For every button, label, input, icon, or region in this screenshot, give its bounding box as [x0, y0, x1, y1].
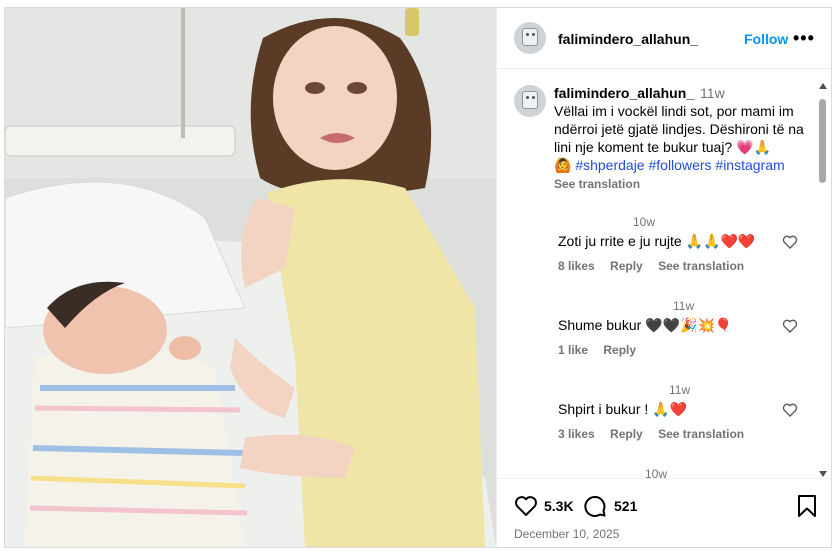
comment-reply[interactable]: Reply	[603, 343, 636, 357]
comment-time: 10w	[633, 215, 656, 229]
comment-text: Zoti ju rrite e ju rujte 🙏🙏❤️❤️	[558, 233, 756, 249]
comment-meta: 3 likes Reply See translation	[558, 427, 756, 441]
comment-text: Shpirt i bukur ! 🙏❤️	[558, 401, 688, 417]
comment-time: 11w	[673, 299, 695, 313]
comments-scrollbar[interactable]	[817, 81, 828, 478]
like-comment-icon[interactable]	[782, 234, 798, 250]
comment-see-translation[interactable]: See translation	[658, 427, 744, 441]
comment-count[interactable]: 521	[614, 498, 637, 514]
caption-avatar[interactable]	[514, 85, 546, 117]
caption-hashtags[interactable]: 🙆 #shperdaje #followers #instagram	[554, 156, 804, 174]
post-actions: 5.3K 521 December 10, 2025	[497, 478, 831, 547]
scroll-down-arrow[interactable]	[819, 471, 827, 477]
comment-time: 11w	[669, 383, 691, 397]
comment-likes[interactable]: 8 likes	[558, 259, 595, 273]
like-comment-icon[interactable]	[782, 402, 798, 418]
post-username[interactable]: falimindero_allahun_	[558, 31, 698, 47]
like-icon[interactable]	[514, 494, 538, 518]
caption-see-translation[interactable]: See translation	[554, 175, 804, 193]
comment-meta: 1 like Reply	[558, 343, 648, 357]
caption-time: 11w	[700, 85, 725, 101]
caption: falimindero_allahun_ 11w Vëllai im i vock…	[554, 84, 804, 193]
post-dialog: falimindero_allahun_ Follow ••• falimind…	[4, 7, 832, 548]
comment-icon[interactable]	[583, 494, 607, 518]
comment-likes[interactable]: 3 likes	[558, 427, 595, 441]
post-image	[5, 8, 496, 547]
comment-time: 10w	[645, 467, 668, 478]
post-sidebar: falimindero_allahun_ Follow ••• falimind…	[496, 8, 831, 547]
post-photo	[5, 8, 496, 547]
comments-section[interactable]: falimindero_allahun_ 11w Vëllai im i vock…	[497, 69, 831, 478]
post-date: December 10, 2025	[514, 527, 620, 541]
comment-likes[interactable]: 1 like	[558, 343, 588, 357]
comment-see-translation[interactable]: See translation	[658, 259, 744, 273]
like-count[interactable]: 5.3K	[544, 498, 574, 514]
caption-text: Vëllai im i vockël lindi sot, por mami i…	[554, 103, 804, 155]
like-comment-icon[interactable]	[782, 318, 798, 334]
follow-button[interactable]: Follow	[744, 31, 788, 47]
comment-reply[interactable]: Reply	[610, 259, 643, 273]
scroll-up-arrow[interactable]	[819, 83, 827, 89]
post-header: falimindero_allahun_ Follow •••	[497, 8, 831, 69]
more-options-icon[interactable]: •••	[793, 28, 815, 49]
comment-text: Shume bukur 🖤🖤🎉💥🎈	[558, 317, 733, 333]
avatar[interactable]	[514, 22, 546, 54]
save-icon[interactable]	[797, 494, 817, 518]
scroll-thumb[interactable]	[819, 99, 826, 183]
comment-reply[interactable]: Reply	[610, 427, 643, 441]
comment-meta: 8 likes Reply See translation	[558, 259, 756, 273]
caption-username[interactable]: falimindero_allahun_	[554, 85, 694, 101]
